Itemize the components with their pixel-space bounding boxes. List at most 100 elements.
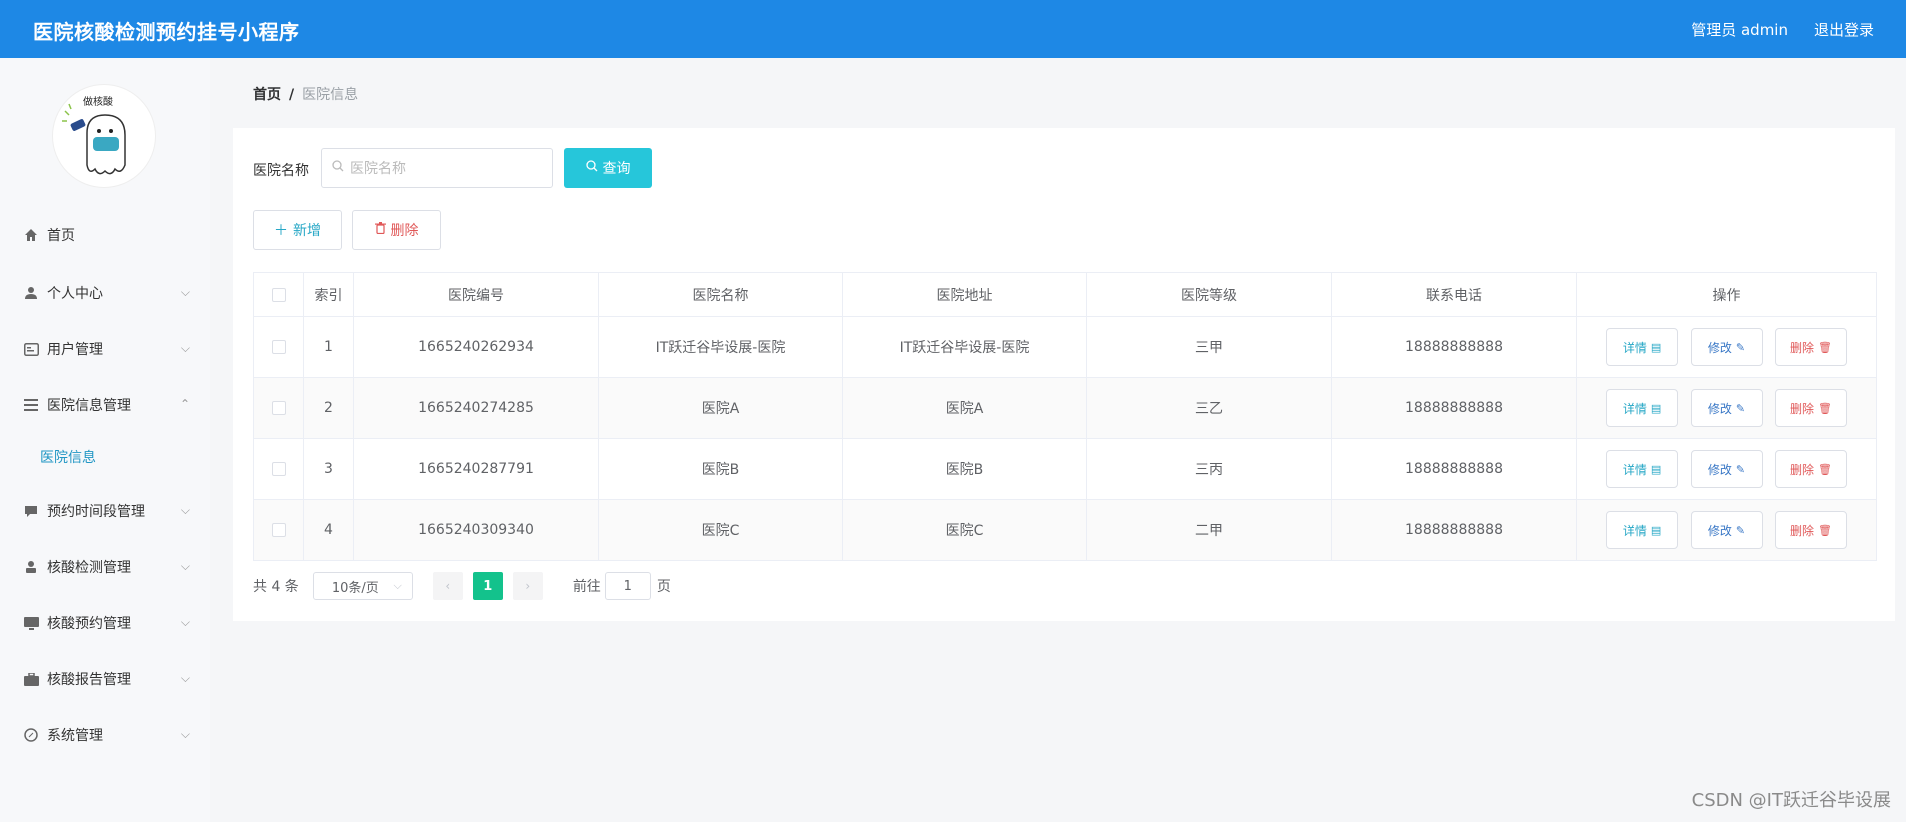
detail-button[interactable]: 详情 ▤	[1606, 328, 1679, 366]
delete-button[interactable]: 删除 🗑	[1774, 450, 1847, 488]
chevron-down-icon: ⌵	[393, 579, 402, 592]
plus-icon: ＋	[274, 223, 288, 239]
sidebar-item-system-management[interactable]: 系统管理 ⌵	[0, 713, 210, 757]
id-card-icon	[22, 340, 40, 358]
breadcrumb-separator: /	[289, 87, 295, 103]
batch-delete-button[interactable]: 删除	[352, 210, 441, 250]
cell-address: 医院B	[842, 438, 1087, 500]
sidebar-item-label: 个人中心	[47, 286, 103, 302]
cell-name: 医院C	[598, 499, 843, 561]
sidebar-item-hospital-management[interactable]: 医院信息管理 ⌃	[0, 383, 210, 427]
sidebar-item-label: 用户管理	[47, 342, 103, 358]
sidebar-item-test-management[interactable]: 核酸检测管理 ⌵	[0, 545, 210, 589]
page-number-current[interactable]: 1	[472, 572, 503, 600]
row-checkbox[interactable]	[271, 340, 286, 354]
person-icon	[22, 558, 40, 576]
detail-label: 详情	[1622, 340, 1647, 355]
sidebar-item-personal-center[interactable]: 个人中心 ⌵	[0, 271, 210, 315]
cell-name: IT跃迁谷毕设展-医院	[598, 316, 843, 378]
row-checkbox[interactable]	[271, 462, 286, 476]
cell-address: 医院A	[842, 377, 1087, 439]
sidebar-item-label: 医院信息管理	[47, 398, 131, 414]
logout-link[interactable]: 退出登录	[1814, 19, 1874, 40]
chevron-down-icon: ⌵	[180, 341, 190, 355]
sidebar-item-user-management[interactable]: 用户管理 ⌵	[0, 327, 210, 371]
pencil-icon: ✎	[1735, 523, 1746, 537]
cell-level: 三甲	[1086, 316, 1332, 378]
cell-level: 三丙	[1086, 438, 1332, 500]
breadcrumb-home[interactable]: 首页	[253, 87, 281, 103]
column-header: 医院编号	[353, 272, 599, 317]
cell-code: 1665240309340	[353, 499, 599, 561]
page-size-select[interactable]: 10条/页 ⌵	[312, 572, 413, 600]
sidebar-item-home[interactable]: 首页	[0, 213, 210, 257]
detail-button[interactable]: 详情 ▤	[1606, 389, 1679, 427]
cell-name: 医院A	[598, 377, 843, 439]
sidebar-item-report-management[interactable]: 核酸报告管理 ⌵	[0, 657, 210, 701]
detail-button[interactable]: 详情 ▤	[1606, 511, 1679, 549]
delete-button[interactable]: 删除 🗑	[1774, 328, 1847, 366]
delete-label: 删除	[1789, 340, 1814, 355]
query-button[interactable]: 查询	[564, 148, 652, 188]
search-icon	[585, 160, 598, 176]
trash-icon: 🗑	[1817, 340, 1832, 354]
search-icon	[332, 160, 344, 176]
detail-label: 详情	[1622, 401, 1647, 416]
user-icon	[22, 284, 40, 302]
cell-phone: 18888888888	[1331, 316, 1577, 378]
delete-button[interactable]: 删除 🗑	[1774, 389, 1847, 427]
row-select-cell	[253, 438, 304, 500]
pencil-icon: ✎	[1735, 401, 1746, 415]
cell-index: 4	[303, 499, 354, 561]
column-header: 医院地址	[842, 272, 1087, 317]
table-row: 1 1665240262934 IT跃迁谷毕设展-医院 IT跃迁谷毕设展-医院 …	[253, 316, 1877, 378]
chevron-down-icon: ⌵	[180, 559, 190, 573]
next-page-button[interactable]: ›	[512, 572, 543, 600]
delete-label: 删除	[1789, 462, 1814, 477]
goto-label: 前往	[572, 579, 601, 595]
cell-operations: 详情 ▤ 修改 ✎ 删除 🗑	[1576, 438, 1877, 500]
column-header: 操作	[1576, 272, 1877, 317]
cell-operations: 详情 ▤ 修改 ✎ 删除 🗑	[1576, 316, 1877, 378]
hospital-table: 索引 医院编号 医院名称 医院地址 医院等级 联系电话 操作 1 1665240…	[253, 272, 1877, 561]
prev-page-button[interactable]: ‹	[432, 572, 463, 600]
sidebar-item-time-slot[interactable]: 预约时间段管理 ⌵	[0, 489, 210, 533]
cell-index: 3	[303, 438, 354, 500]
chevron-down-icon: ⌵	[180, 503, 190, 517]
query-button-label: 查询	[602, 161, 631, 177]
detail-button[interactable]: 详情 ▤	[1606, 450, 1679, 488]
select-all-cell	[253, 272, 304, 317]
edit-button[interactable]: 修改 ✎	[1690, 450, 1763, 488]
sidebar-item-appointment-management[interactable]: 核酸预约管理 ⌵	[0, 601, 210, 645]
select-all-checkbox[interactable]	[271, 287, 286, 302]
edit-button[interactable]: 修改 ✎	[1690, 511, 1763, 549]
add-button[interactable]: ＋ 新增	[253, 210, 342, 250]
edit-button[interactable]: 修改 ✎	[1690, 389, 1763, 427]
admin-label: 管理员 admin	[1691, 21, 1788, 39]
cell-phone: 18888888888	[1331, 499, 1577, 561]
edit-button[interactable]: 修改 ✎	[1690, 328, 1763, 366]
column-header: 医院等级	[1086, 272, 1332, 317]
chevron-left-icon: ‹	[445, 579, 451, 593]
delete-label: 删除	[1789, 523, 1814, 538]
cell-operations: 详情 ▤ 修改 ✎ 删除 🗑	[1576, 499, 1877, 561]
trash-icon	[374, 222, 386, 238]
search-input[interactable]: 医院名称	[321, 148, 553, 188]
delete-button-label: 删除	[390, 223, 419, 239]
cell-phone: 18888888888	[1331, 377, 1577, 439]
pagination-total: 共 4 条	[253, 579, 299, 595]
chevron-down-icon: ⌵	[180, 671, 190, 685]
sidebar-subitem-hospital-info[interactable]: 医院信息	[40, 447, 96, 467]
row-checkbox[interactable]	[271, 401, 286, 415]
menu-lines-icon	[22, 396, 40, 414]
row-checkbox[interactable]	[271, 523, 286, 537]
delete-button[interactable]: 删除 🗑	[1774, 511, 1847, 549]
sidebar-item-label: 首页	[47, 228, 75, 244]
app-title: 医院核酸检测预约挂号小程序	[33, 20, 300, 44]
edit-label: 修改	[1707, 523, 1732, 538]
table-row: 4 1665240309340 医院C 医院C 二甲 18888888888 详…	[253, 499, 1877, 561]
trash-icon: 🗑	[1817, 523, 1832, 537]
column-header: 联系电话	[1331, 272, 1577, 317]
goto-page-input[interactable]: 1	[604, 572, 651, 600]
svg-text:做核酸: 做核酸	[83, 95, 113, 108]
